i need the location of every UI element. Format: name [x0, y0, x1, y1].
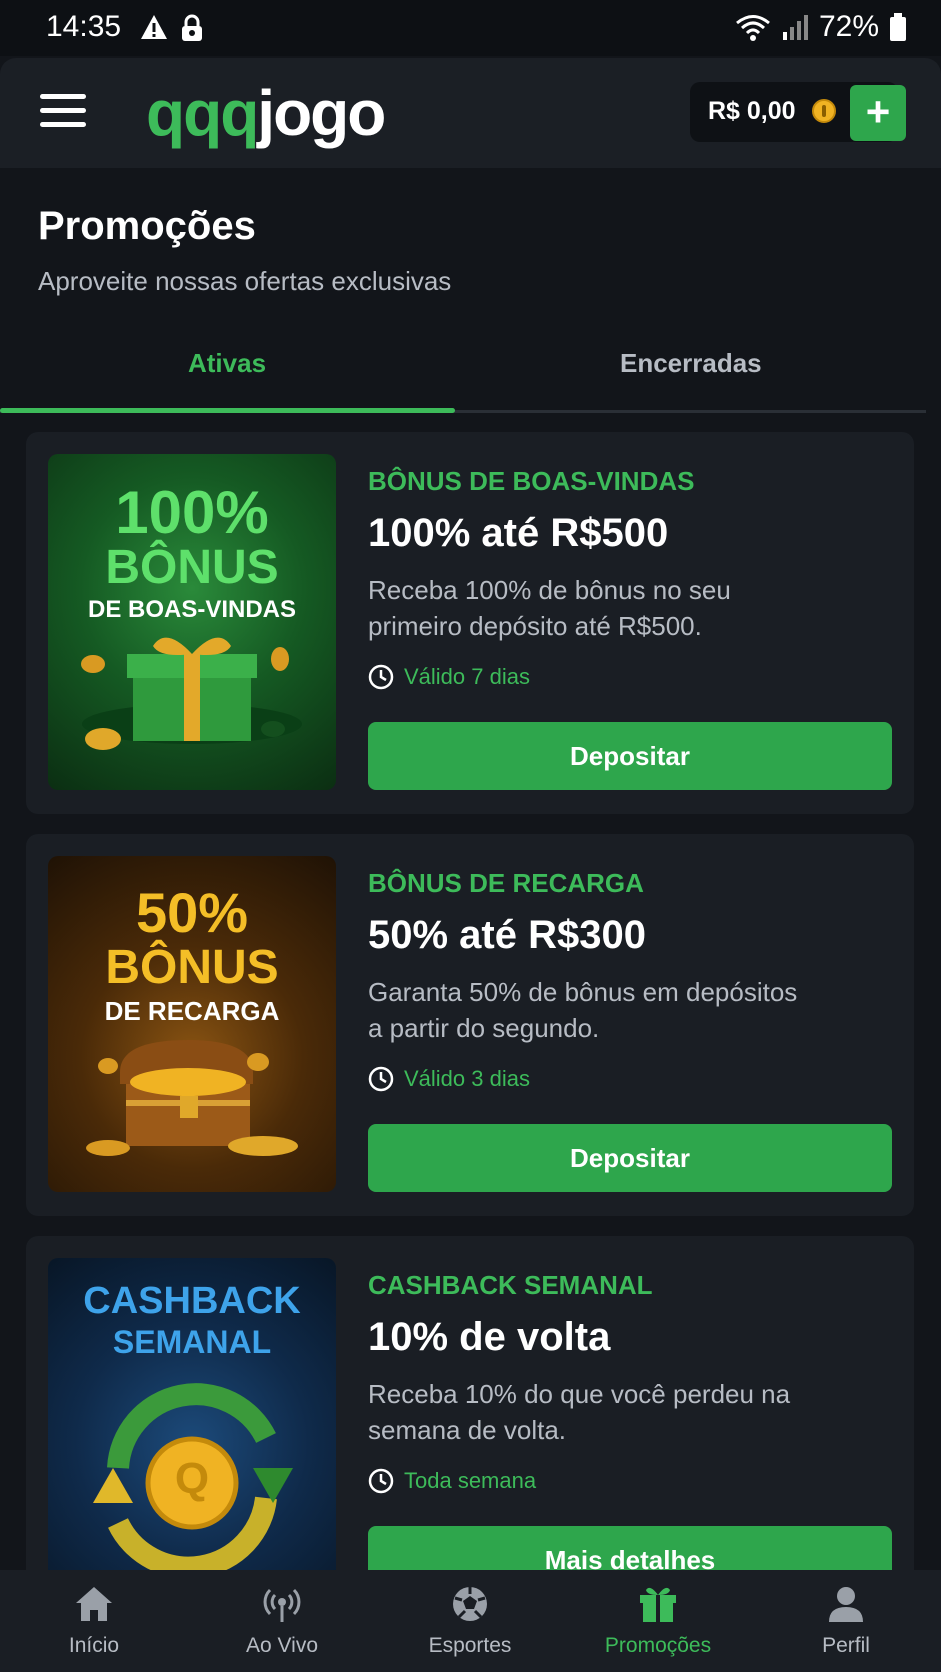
- wifi-icon: [736, 15, 770, 41]
- nav-promocoes[interactable]: Promoções: [564, 1570, 752, 1672]
- promo-validity: Válido 7 dias: [368, 664, 894, 690]
- live-icon: [263, 1588, 301, 1622]
- treasure-chest-icon: [86, 1040, 298, 1156]
- welcome-bonus-banner: 100% BÔNUS DE BOAS-VINDAS: [48, 454, 336, 790]
- nav-inicio[interactable]: Início: [0, 1570, 188, 1672]
- gift-box-icon: [81, 637, 302, 750]
- page-subtitle: Aproveite nossas ofertas exclusivas: [38, 266, 452, 296]
- depositar-button[interactable]: Depositar: [368, 1124, 892, 1192]
- battery-percent: 72%: [818, 10, 879, 43]
- promo-headline: 10% de volta: [368, 1315, 611, 1359]
- page-title: Promoções: [38, 204, 256, 248]
- signal-icon: [782, 15, 808, 40]
- promo-info: BÔNUS DE RECARGA 50% até R$300 Garanta 5…: [368, 868, 894, 1092]
- nav-perfil[interactable]: Perfil: [752, 1570, 940, 1672]
- clock-icon: [368, 664, 394, 690]
- home-icon: [76, 1587, 112, 1621]
- cashback-cycle-icon: [93, 1383, 293, 1579]
- promo-type: BÔNUS DE BOAS-VINDAS: [368, 466, 695, 496]
- promo-card-welcome: 100% BÔNUS DE BOAS-VINDAS BÔNUS DE BOAS-…: [26, 432, 914, 814]
- lock-icon: [182, 14, 202, 41]
- promo-description: Receba 100% de bônus no seu primeiro dep…: [368, 575, 731, 641]
- promo-headline: 100% até R$500: [368, 511, 669, 555]
- promo-info: CASHBACK SEMANAL 10% de volta Receba 10%…: [368, 1270, 894, 1494]
- promo-card-cashback: CASHBACK SEMANAL Q CASHBACK SEMANAL 10% …: [26, 1236, 914, 1618]
- clock-icon: [368, 1468, 394, 1494]
- depositar-button[interactable]: Depositar: [368, 722, 892, 790]
- promo-headline: 50% até R$300: [368, 913, 646, 957]
- gift-icon: [640, 1587, 676, 1622]
- clock-icon: [368, 1066, 394, 1092]
- bottom-navigation: Início Ao Vivo Esportes Promoções Perfil: [0, 1570, 941, 1672]
- promo-info: BÔNUS DE BOAS-VINDAS 100% até R$500 Rece…: [368, 466, 894, 690]
- warning-icon: [141, 15, 167, 39]
- status-notifications: [140, 14, 204, 42]
- battery-icon: [890, 13, 906, 41]
- app-header: qqqjogo R$ 0,00 +: [0, 58, 941, 168]
- nav-ao-vivo[interactable]: Ao Vivo: [188, 1570, 376, 1672]
- status-bar: 14:35 72%: [0, 0, 941, 56]
- tab-encerradas[interactable]: Encerradas: [620, 348, 762, 379]
- promo-type: BÔNUS DE RECARGA: [368, 868, 644, 898]
- tab-ativas[interactable]: Ativas: [188, 348, 266, 379]
- balance-amount: R$ 0,00: [708, 97, 796, 125]
- promo-validity: Válido 3 dias: [368, 1066, 894, 1092]
- cashback-banner: CASHBACK SEMANAL Q: [48, 1258, 336, 1594]
- promo-description: Garanta 50% de bônus em depósitos a part…: [368, 977, 798, 1043]
- logo[interactable]: qqqjogo: [146, 76, 386, 150]
- hamburger-menu-icon[interactable]: [40, 94, 86, 130]
- reload-bonus-banner: 50% BÔNUS DE RECARGA: [48, 856, 336, 1192]
- status-right: 72%: [735, 10, 907, 44]
- soccer-ball-icon: [453, 1587, 487, 1621]
- promo-tabs: Ativas Encerradas: [0, 340, 926, 413]
- promo-type: CASHBACK SEMANAL: [368, 1270, 653, 1300]
- promo-card-reload: 50% BÔNUS DE RECARGA BÔNUS DE RECARGA 50…: [26, 834, 914, 1216]
- active-tab-indicator: [0, 408, 455, 413]
- promo-description: Receba 10% do que você perdeu na semana …: [368, 1379, 791, 1445]
- coin-letter: Q: [174, 1454, 210, 1503]
- status-time: 14:35: [46, 10, 122, 43]
- nav-esportes[interactable]: Esportes: [376, 1570, 564, 1672]
- add-funds-button[interactable]: +: [850, 85, 906, 141]
- promo-validity: Toda semana: [368, 1468, 894, 1494]
- coin-icon: [812, 99, 836, 123]
- user-icon: [829, 1587, 863, 1622]
